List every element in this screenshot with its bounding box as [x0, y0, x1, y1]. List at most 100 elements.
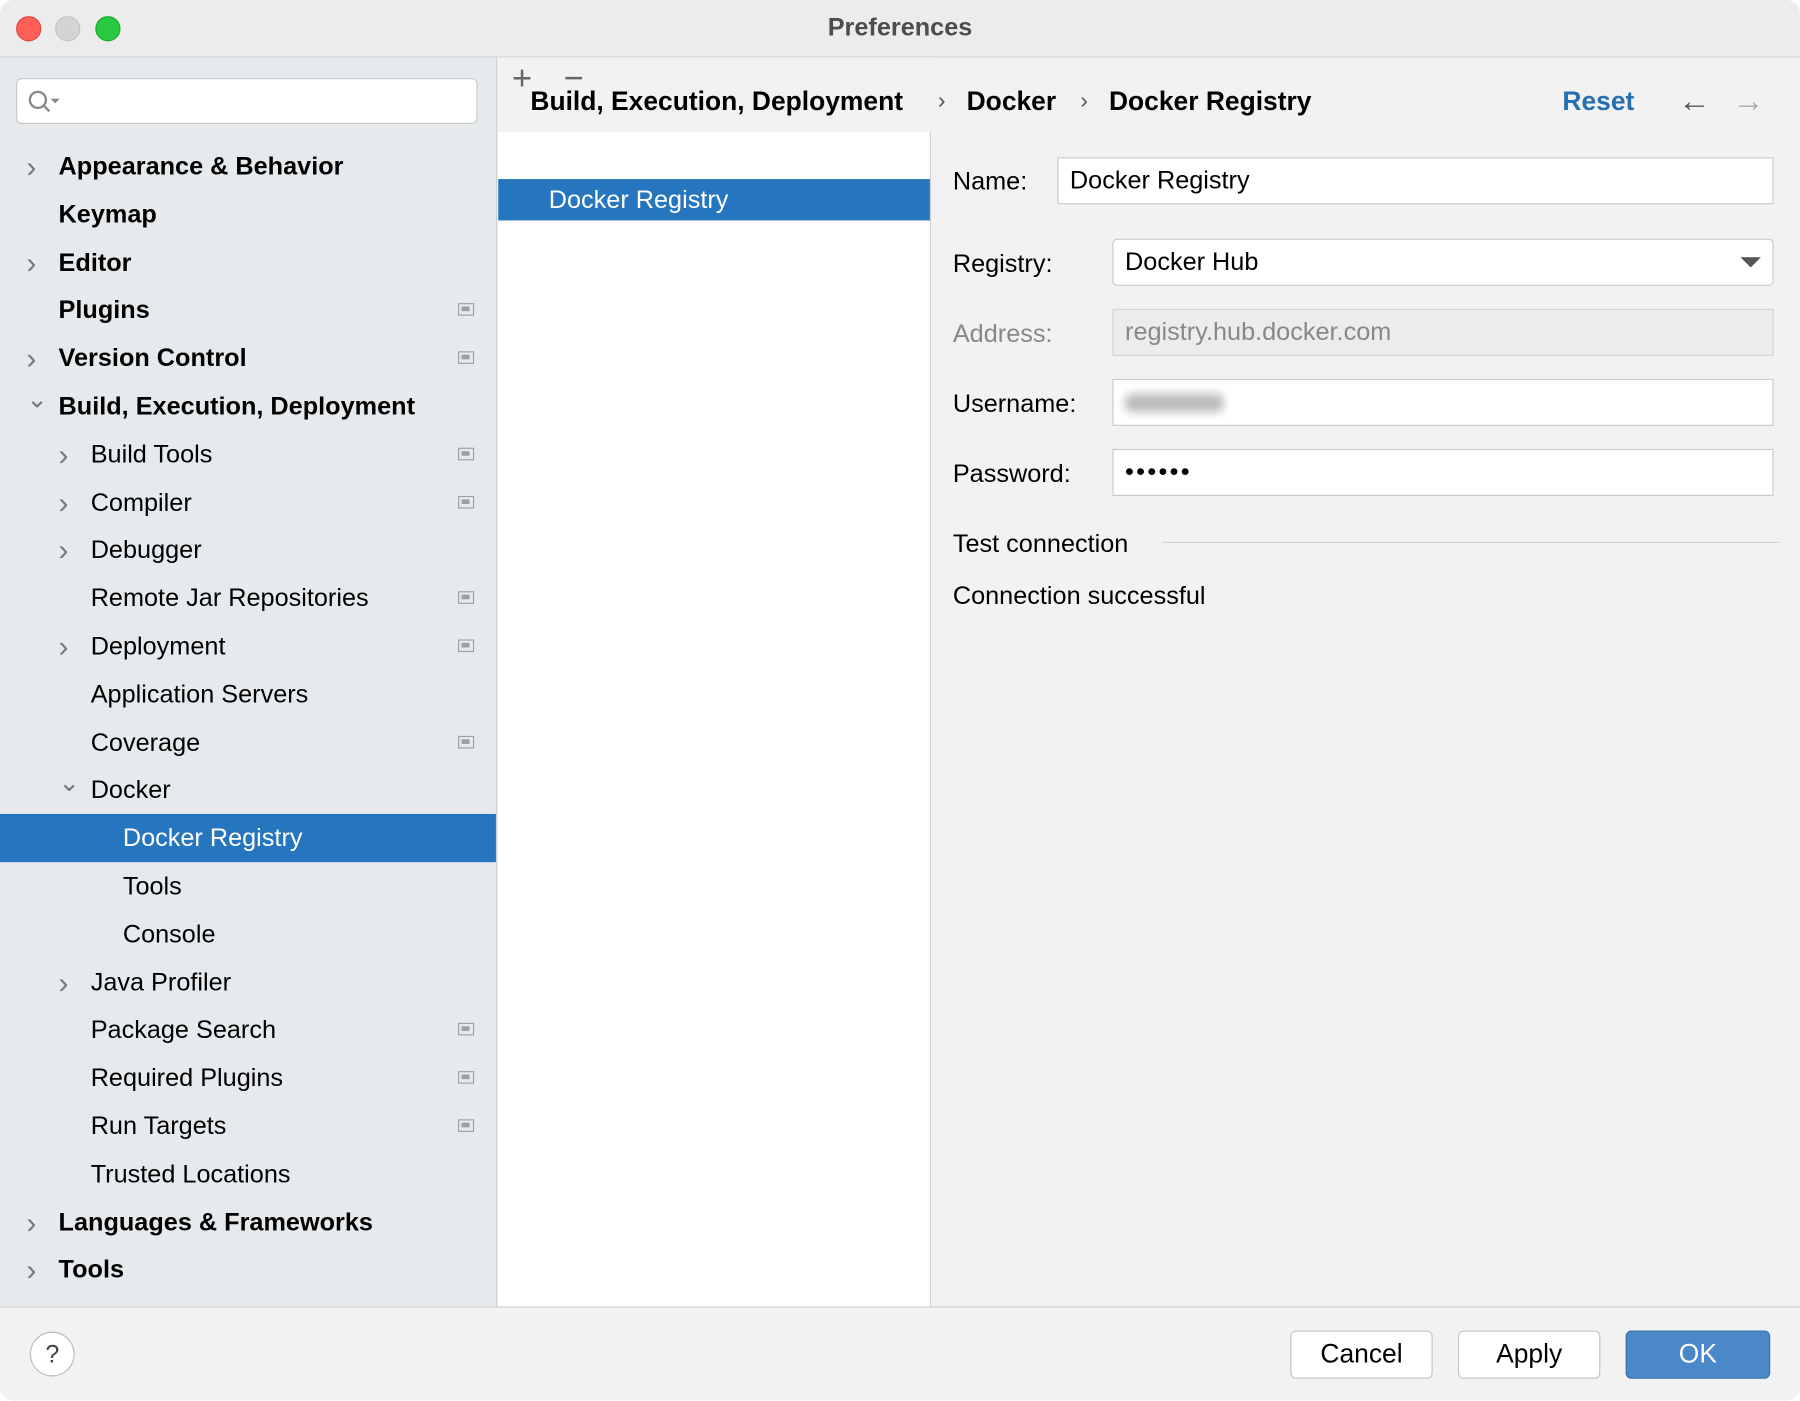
chevron-right-icon[interactable]: ›	[59, 430, 77, 478]
sidebar-item-label: Compiler	[90, 487, 192, 517]
sidebar-item-label: Deployment	[90, 631, 226, 661]
sidebar-item[interactable]: Run Targets	[0, 1102, 496, 1150]
sidebar-item[interactable]: Remote Jar Repositories	[0, 574, 496, 622]
chevron-right-icon[interactable]: ›	[26, 1198, 44, 1246]
back-arrow-icon[interactable]: ←	[1678, 83, 1710, 120]
window-title: Preferences	[827, 12, 973, 42]
breadcrumb-item[interactable]: Docker	[967, 86, 1057, 117]
sidebar-item[interactable]: › Compiler	[0, 478, 496, 526]
cancel-button[interactable]: Cancel	[1290, 1330, 1433, 1379]
chevron-right-icon[interactable]: ›	[59, 622, 77, 670]
connection-status: Connection successful	[952, 580, 1206, 610]
chevron-right-icon[interactable]: ›	[26, 1246, 44, 1294]
sidebar-item-label: Build Tools	[90, 439, 213, 469]
sidebar-item-label: Plugins	[58, 295, 150, 325]
settings-sidebar: › Appearance & Behavior Keymap › Editor Plugi…	[0, 57, 498, 1307]
sidebar-item[interactable]: Keymap	[0, 190, 496, 238]
sidebar-item[interactable]: ⌄ Docker	[0, 766, 496, 814]
sidebar-item-label: Java Profiler	[90, 967, 232, 996]
sidebar-item-label: Package Search	[90, 1015, 277, 1044]
chevron-right-icon[interactable]: ›	[59, 526, 77, 574]
project-settings-icon	[458, 1119, 475, 1132]
test-connection-section: Test connection	[952, 529, 1129, 558]
blurred-username	[1125, 393, 1224, 413]
sidebar-item[interactable]: Tools	[0, 862, 496, 910]
sidebar-item-label: Trusted Locations	[90, 1159, 291, 1188]
help-button[interactable]: ?	[29, 1331, 75, 1377]
sidebar-item-label: Keymap	[58, 199, 157, 229]
sidebar-item-label: Debugger	[90, 535, 202, 565]
sidebar-item[interactable]: › Tools	[0, 1246, 496, 1294]
project-settings-icon	[458, 351, 475, 365]
project-settings-icon	[458, 303, 475, 317]
project-settings-icon	[458, 639, 475, 653]
sidebar-item-label: Required Plugins	[90, 1063, 284, 1092]
project-settings-icon	[458, 735, 475, 749]
apply-button[interactable]: Apply	[1457, 1330, 1601, 1379]
sidebar-item-label: Coverage	[90, 727, 201, 757]
sidebar-item-label: Console	[122, 919, 216, 949]
breadcrumb-current: Docker Registry	[1108, 86, 1312, 116]
username-input[interactable]	[1112, 378, 1774, 426]
sidebar-item-label: Docker	[90, 775, 171, 805]
sidebar-item-label: Application Servers	[90, 679, 309, 709]
registry-select-value: Docker Hub	[1125, 246, 1259, 276]
sidebar-item-label: Docker Registry	[122, 823, 303, 853]
registry-select[interactable]: Docker Hub	[1112, 238, 1774, 286]
sidebar-item[interactable]: Plugins	[0, 286, 496, 334]
chevron-right-icon[interactable]: ›	[26, 142, 44, 190]
sidebar-item-label: Appearance & Behavior	[58, 151, 344, 181]
registry-label: Registry:	[952, 249, 1053, 278]
name-label: Name:	[952, 166, 1028, 196]
sidebar-item[interactable]: Package Search	[0, 1006, 496, 1054]
sidebar-item[interactable]: Trusted Locations	[0, 1150, 496, 1198]
sidebar-item[interactable]: Console	[0, 910, 496, 958]
chevron-right-icon: ›	[937, 88, 946, 114]
sidebar-item[interactable]: › Editor	[0, 238, 496, 286]
preferences-window: Preferences › Appearance & Behavior Keymap…	[0, 0, 1800, 1401]
sidebar-item[interactable]: › Build Tools	[0, 430, 496, 478]
project-settings-icon	[458, 591, 475, 605]
project-settings-icon	[458, 495, 475, 509]
sidebar-item-label: Tools	[58, 1255, 125, 1284]
footer-divider	[0, 1306, 1800, 1308]
ok-button[interactable]: OK	[1625, 1330, 1771, 1379]
sidebar-item[interactable]: ⌄ Build, Execution, Deployment	[0, 382, 496, 430]
name-input[interactable]: Docker Registry	[1057, 157, 1774, 205]
sidebar-item[interactable]: Required Plugins	[0, 1054, 496, 1102]
add-icon[interactable]: +	[512, 60, 532, 99]
breadcrumb-item[interactable]: Build, Execution, Deployment	[530, 86, 903, 117]
project-settings-icon	[458, 1071, 475, 1084]
chevron-down-icon[interactable]: ⌄	[26, 375, 47, 423]
sidebar-item-label: Run Targets	[90, 1111, 227, 1140]
sidebar-item[interactable]: Docker Registry	[0, 814, 496, 863]
password-input[interactable]: ••••••	[1112, 448, 1774, 496]
settings-search-input[interactable]	[16, 78, 478, 124]
sidebar-item-label: Tools	[122, 871, 182, 901]
sidebar-item[interactable]: › Deployment	[0, 622, 496, 670]
chevron-right-icon[interactable]: ›	[59, 958, 77, 1006]
chevron-right-icon: ›	[1080, 88, 1088, 114]
section-divider	[1162, 541, 1780, 544]
address-input[interactable]: registry.hub.docker.com	[1112, 308, 1774, 356]
username-label: Username:	[952, 389, 1077, 418]
chevron-right-icon[interactable]: ›	[26, 238, 44, 286]
reset-link[interactable]: Reset	[1562, 86, 1634, 117]
sidebar-item[interactable]: Application Servers	[0, 670, 496, 718]
sidebar-item[interactable]: › Version Control	[0, 334, 496, 382]
chevron-down-icon[interactable]: ⌄	[59, 759, 80, 807]
sidebar-item-label: Languages & Frameworks	[58, 1207, 373, 1236]
registry-list: Docker Registry	[498, 132, 932, 1307]
forward-arrow-icon[interactable]: →	[1732, 83, 1764, 120]
chevron-right-icon[interactable]: ›	[59, 478, 77, 526]
sidebar-item[interactable]: › Java Profiler	[0, 958, 496, 1006]
password-label: Password:	[952, 459, 1071, 488]
project-settings-icon	[458, 1023, 475, 1036]
title-bar: Preferences	[0, 0, 1800, 58]
sidebar-item[interactable]: › Debugger	[0, 526, 496, 574]
sidebar-item-label: Remote Jar Repositories	[90, 583, 369, 613]
sidebar-item[interactable]: › Languages & Frameworks	[0, 1198, 496, 1246]
project-settings-icon	[458, 447, 475, 461]
sidebar-item[interactable]: › Appearance & Behavior	[0, 142, 496, 190]
list-item[interactable]: Docker Registry	[498, 179, 930, 221]
